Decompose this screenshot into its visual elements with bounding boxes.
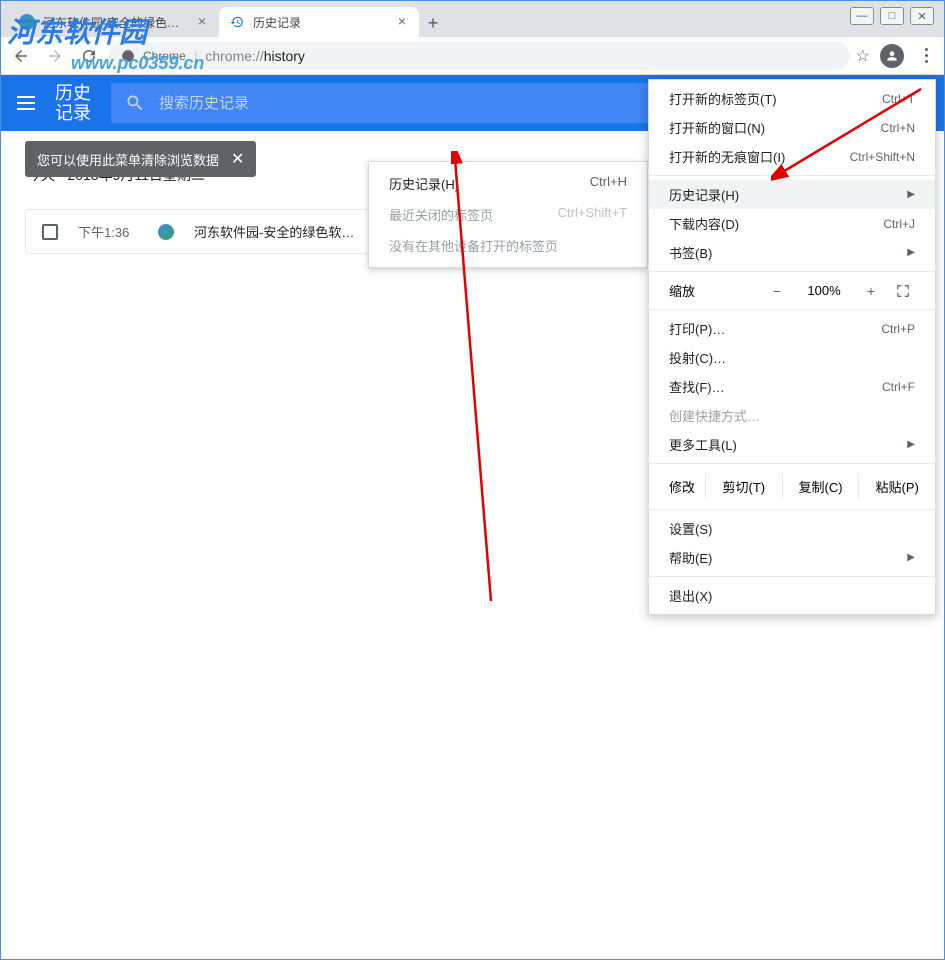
chevron-right-icon: ▶ xyxy=(907,247,915,258)
menu-exit[interactable]: 退出(X) xyxy=(649,581,935,610)
menu-new-window[interactable]: 打开新的窗口(N)Ctrl+N xyxy=(649,113,935,142)
menu-incognito[interactable]: 打开新的无痕窗口(I)Ctrl+Shift+N xyxy=(649,142,935,171)
tab-title: 河东软件园-安全的绿色软件下载 xyxy=(43,14,187,31)
url-scheme: Chrome xyxy=(143,49,186,63)
row-time: 下午1:36 xyxy=(78,222,138,241)
bookmark-star-icon[interactable]: ☆ xyxy=(856,46,870,66)
menu-help[interactable]: 帮助(E)▶ xyxy=(649,543,935,572)
favicon-icon xyxy=(19,14,35,30)
tab-close-icon[interactable]: × xyxy=(395,15,409,29)
chrome-main-menu: 打开新的标签页(T)Ctrl+T 打开新的窗口(N)Ctrl+N 打开新的无痕窗… xyxy=(648,79,936,615)
menu-edit-row: 修改 剪切(T) 复制(C) 粘贴(P) xyxy=(649,468,935,505)
tab-strip: 河东软件园-安全的绿色软件下载 × 历史记录 × + xyxy=(1,1,944,37)
submenu-recent-tabs: 最近关闭的标签页 Ctrl+Shift+T xyxy=(369,199,647,230)
row-checkbox[interactable] xyxy=(42,224,58,240)
tab-1[interactable]: 河东软件园-安全的绿色软件下载 × xyxy=(9,7,219,37)
tab-close-icon[interactable]: × xyxy=(195,15,209,29)
chevron-right-icon: ▶ xyxy=(907,439,915,450)
page-title: 历史记录 xyxy=(55,83,91,123)
zoom-in-button[interactable]: + xyxy=(857,283,885,299)
zoom-out-button[interactable]: − xyxy=(763,283,791,299)
menu-history[interactable]: 历史记录(H)▶ xyxy=(649,180,935,209)
clear-data-tooltip: 您可以使用此菜单清除浏览数据 ✕ xyxy=(25,141,256,177)
row-title: 河东软件园-安全的绿色软… xyxy=(194,222,354,241)
site-favicon-icon xyxy=(158,224,174,240)
toolbar: Chrome | chrome://history ☆ xyxy=(1,37,944,75)
reload-button[interactable] xyxy=(75,42,103,70)
menu-new-tab[interactable]: 打开新的标签页(T)Ctrl+T xyxy=(649,84,935,113)
search-icon xyxy=(125,93,145,113)
menu-downloads[interactable]: 下载内容(D)Ctrl+J xyxy=(649,209,935,238)
history-submenu: 历史记录(H) Ctrl+H 最近关闭的标签页 Ctrl+Shift+T 没有在… xyxy=(368,161,648,268)
forward-button[interactable] xyxy=(41,42,69,70)
back-button[interactable] xyxy=(7,42,35,70)
tab-title: 历史记录 xyxy=(253,14,387,31)
tooltip-close-icon[interactable]: ✕ xyxy=(231,149,244,169)
menu-more-tools[interactable]: 更多工具(L)▶ xyxy=(649,430,935,459)
new-tab-button[interactable]: + xyxy=(419,9,447,37)
menu-create-shortcut: 创建快捷方式… xyxy=(649,401,935,430)
menu-print[interactable]: 打印(P)…Ctrl+P xyxy=(649,314,935,343)
profile-avatar-icon[interactable] xyxy=(880,44,904,68)
kebab-menu-icon[interactable] xyxy=(914,44,938,68)
menu-cast[interactable]: 投射(C)… xyxy=(649,343,935,372)
chrome-icon xyxy=(121,49,135,63)
menu-copy[interactable]: 复制(C) xyxy=(782,473,859,500)
menu-settings[interactable]: 设置(S) xyxy=(649,514,935,543)
window-controls: — □ ✕ xyxy=(850,7,934,25)
submenu-other-devices: 没有在其他设备打开的标签页 xyxy=(369,230,647,261)
menu-cut[interactable]: 剪切(T) xyxy=(705,473,782,500)
menu-zoom: 缩放 − 100% + xyxy=(649,276,935,305)
hamburger-menu-icon[interactable] xyxy=(17,96,35,110)
menu-bookmarks[interactable]: 书签(B)▶ xyxy=(649,238,935,267)
minimize-button[interactable]: — xyxy=(850,7,874,25)
history-favicon-icon xyxy=(229,14,245,30)
menu-find[interactable]: 查找(F)…Ctrl+F xyxy=(649,372,935,401)
fullscreen-icon[interactable] xyxy=(895,284,915,298)
zoom-level: 100% xyxy=(801,283,847,298)
chevron-right-icon: ▶ xyxy=(907,189,915,200)
chevron-right-icon: ▶ xyxy=(907,552,915,563)
address-bar[interactable]: Chrome | chrome://history xyxy=(109,42,850,70)
submenu-history[interactable]: 历史记录(H) Ctrl+H xyxy=(369,168,647,199)
close-button[interactable]: ✕ xyxy=(910,7,934,25)
maximize-button[interactable]: □ xyxy=(880,7,904,25)
menu-paste[interactable]: 粘贴(P) xyxy=(858,473,935,500)
tab-2[interactable]: 历史记录 × xyxy=(219,7,419,37)
